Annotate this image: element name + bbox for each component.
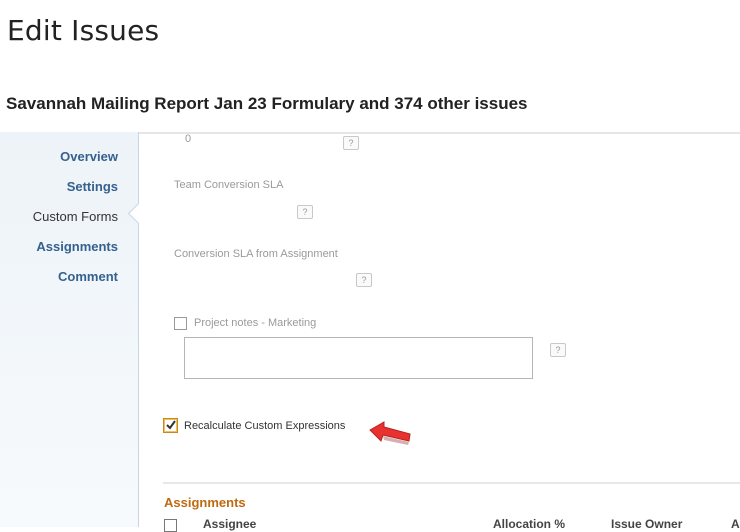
recalculate-label: Recalculate Custom Expressions — [184, 420, 346, 432]
section-divider — [163, 482, 740, 484]
project-notes-label: Project notes - Marketing — [194, 317, 317, 329]
column-header-assignee[interactable]: Assignee — [203, 517, 256, 531]
checkmark-icon — [166, 420, 176, 430]
sidebar-nav: Overview Settings Custom Forms Assignmen… — [0, 132, 139, 527]
project-notes-checkbox[interactable] — [174, 317, 187, 330]
sidebar-item-comment[interactable]: Comment — [58, 269, 118, 284]
project-notes-textarea[interactable] — [184, 337, 533, 379]
column-header-allocation[interactable]: Allocation % — [493, 517, 565, 531]
sidebar-item-custom-forms[interactable]: Custom Forms — [33, 209, 118, 224]
red-arrow-pointer-icon — [369, 421, 411, 445]
sidebar-item-settings[interactable]: Settings — [67, 179, 118, 194]
page-subtitle: Savannah Mailing Report Jan 23 Formulary… — [6, 94, 528, 113]
field-value-zero: 0 — [185, 133, 192, 145]
help-icon[interactable]: ? — [550, 343, 566, 357]
help-icon[interactable]: ? — [297, 205, 313, 219]
select-all-checkbox[interactable] — [164, 519, 177, 532]
team-conversion-sla-label: Team Conversion SLA — [174, 179, 284, 191]
help-icon[interactable]: ? — [356, 273, 372, 287]
conversion-sla-from-assignment-label: Conversion SLA from Assignment — [174, 248, 338, 260]
column-header-issue-owner[interactable]: Issue Owner — [611, 517, 682, 531]
assignments-section-title: Assignments — [164, 495, 246, 510]
column-header-a[interactable]: A — [731, 517, 740, 531]
sidebar-item-assignments[interactable]: Assignments — [36, 239, 118, 254]
page-title: Edit Issues — [7, 14, 160, 47]
help-icon[interactable]: ? — [343, 136, 359, 150]
sidebar-item-overview[interactable]: Overview — [60, 149, 118, 164]
recalculate-checkbox[interactable] — [163, 418, 178, 433]
content-top-divider — [139, 132, 740, 134]
